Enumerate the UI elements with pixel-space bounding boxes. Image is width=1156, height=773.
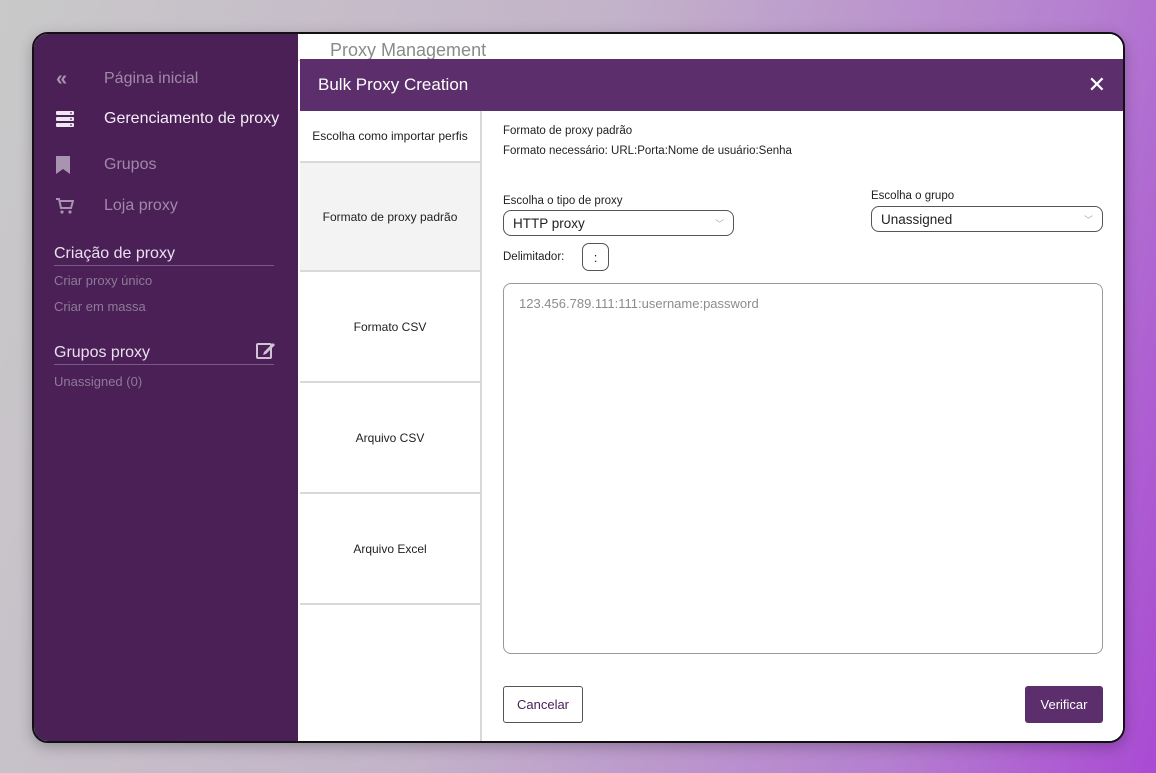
cart-icon xyxy=(56,198,104,214)
sidebar-item-label: Página inicial xyxy=(104,70,199,87)
format-title: Formato de proxy padrão xyxy=(503,125,633,137)
sidebar-item-groups[interactable]: Grupos xyxy=(56,152,156,178)
tab-csv-file[interactable]: Arquivo CSV xyxy=(300,383,480,494)
page-title: Proxy Management xyxy=(330,40,487,60)
group-value: Unassigned xyxy=(881,211,953,227)
tab-excel-file[interactable]: Arquivo Excel xyxy=(300,494,480,605)
sidebar-item-proxy-shop[interactable]: Loja proxy xyxy=(56,193,178,219)
bulk-proxy-modal: Bulk Proxy Creation ✕ Escolha como impor… xyxy=(300,59,1123,741)
tabs-header: Escolha como importar perfis xyxy=(312,129,468,143)
cancel-button[interactable]: Cancelar xyxy=(503,686,583,723)
sidebar-item-label: Gerenciamento de proxy xyxy=(104,110,280,127)
create-single-proxy-link[interactable]: Criar proxy único xyxy=(54,273,152,288)
edit-icon[interactable] xyxy=(256,340,278,362)
proxy-type-value: HTTP proxy xyxy=(513,215,585,231)
delimiter-input[interactable]: : xyxy=(582,243,609,271)
group-unassigned-link[interactable]: Unassigned (0) xyxy=(54,374,142,389)
modal-content: Formato de proxy padrão Formato necessár… xyxy=(482,111,1123,741)
proxy-type-label: Escolha o tipo de proxy xyxy=(503,195,623,207)
chevron-down-icon: ﹀ xyxy=(1083,214,1093,225)
sidebar-item-label: Grupos xyxy=(104,156,157,173)
modal-header: Bulk Proxy Creation ✕ xyxy=(300,59,1123,111)
proxy-type-select[interactable]: HTTP proxy ﹀ xyxy=(503,210,734,236)
group-label: Escolha o grupo xyxy=(871,190,955,202)
server-icon xyxy=(56,110,104,128)
delimiter-label: Delimitador: xyxy=(503,251,565,263)
chevron-down-icon: ﹀ xyxy=(714,218,724,229)
tab-standard-format[interactable]: Formato de proxy padrão xyxy=(300,161,480,272)
proxy-list-textarea[interactable] xyxy=(503,283,1103,654)
proxy-groups-title: Grupos proxy xyxy=(54,344,274,365)
bookmark-icon xyxy=(56,156,104,174)
format-requirement: Formato necessário: URL:Porta:Nome de us… xyxy=(503,145,792,157)
proxy-creation-title: Criação de proxy xyxy=(54,245,274,266)
close-icon[interactable]: ✕ xyxy=(1088,74,1106,96)
group-select[interactable]: Unassigned ﹀ xyxy=(871,206,1103,232)
tab-csv-format[interactable]: Formato CSV xyxy=(300,272,480,383)
sidebar-item-proxy-management[interactable]: Gerenciamento de proxy xyxy=(56,106,279,132)
verify-button[interactable]: Verificar xyxy=(1025,686,1103,723)
app-window: « Página inicial Gerenciamento de proxy … xyxy=(32,32,1125,743)
sidebar-item-home[interactable]: « Página inicial xyxy=(56,66,198,92)
sidebar: « Página inicial Gerenciamento de proxy … xyxy=(34,34,298,741)
modal-title: Bulk Proxy Creation xyxy=(318,75,469,94)
import-tabs: Escolha como importar perfis Formato de … xyxy=(300,111,482,741)
double-chevron-left-icon: « xyxy=(56,67,68,90)
sidebar-item-label: Loja proxy xyxy=(104,197,178,214)
create-bulk-proxy-link[interactable]: Criar em massa xyxy=(54,299,146,314)
